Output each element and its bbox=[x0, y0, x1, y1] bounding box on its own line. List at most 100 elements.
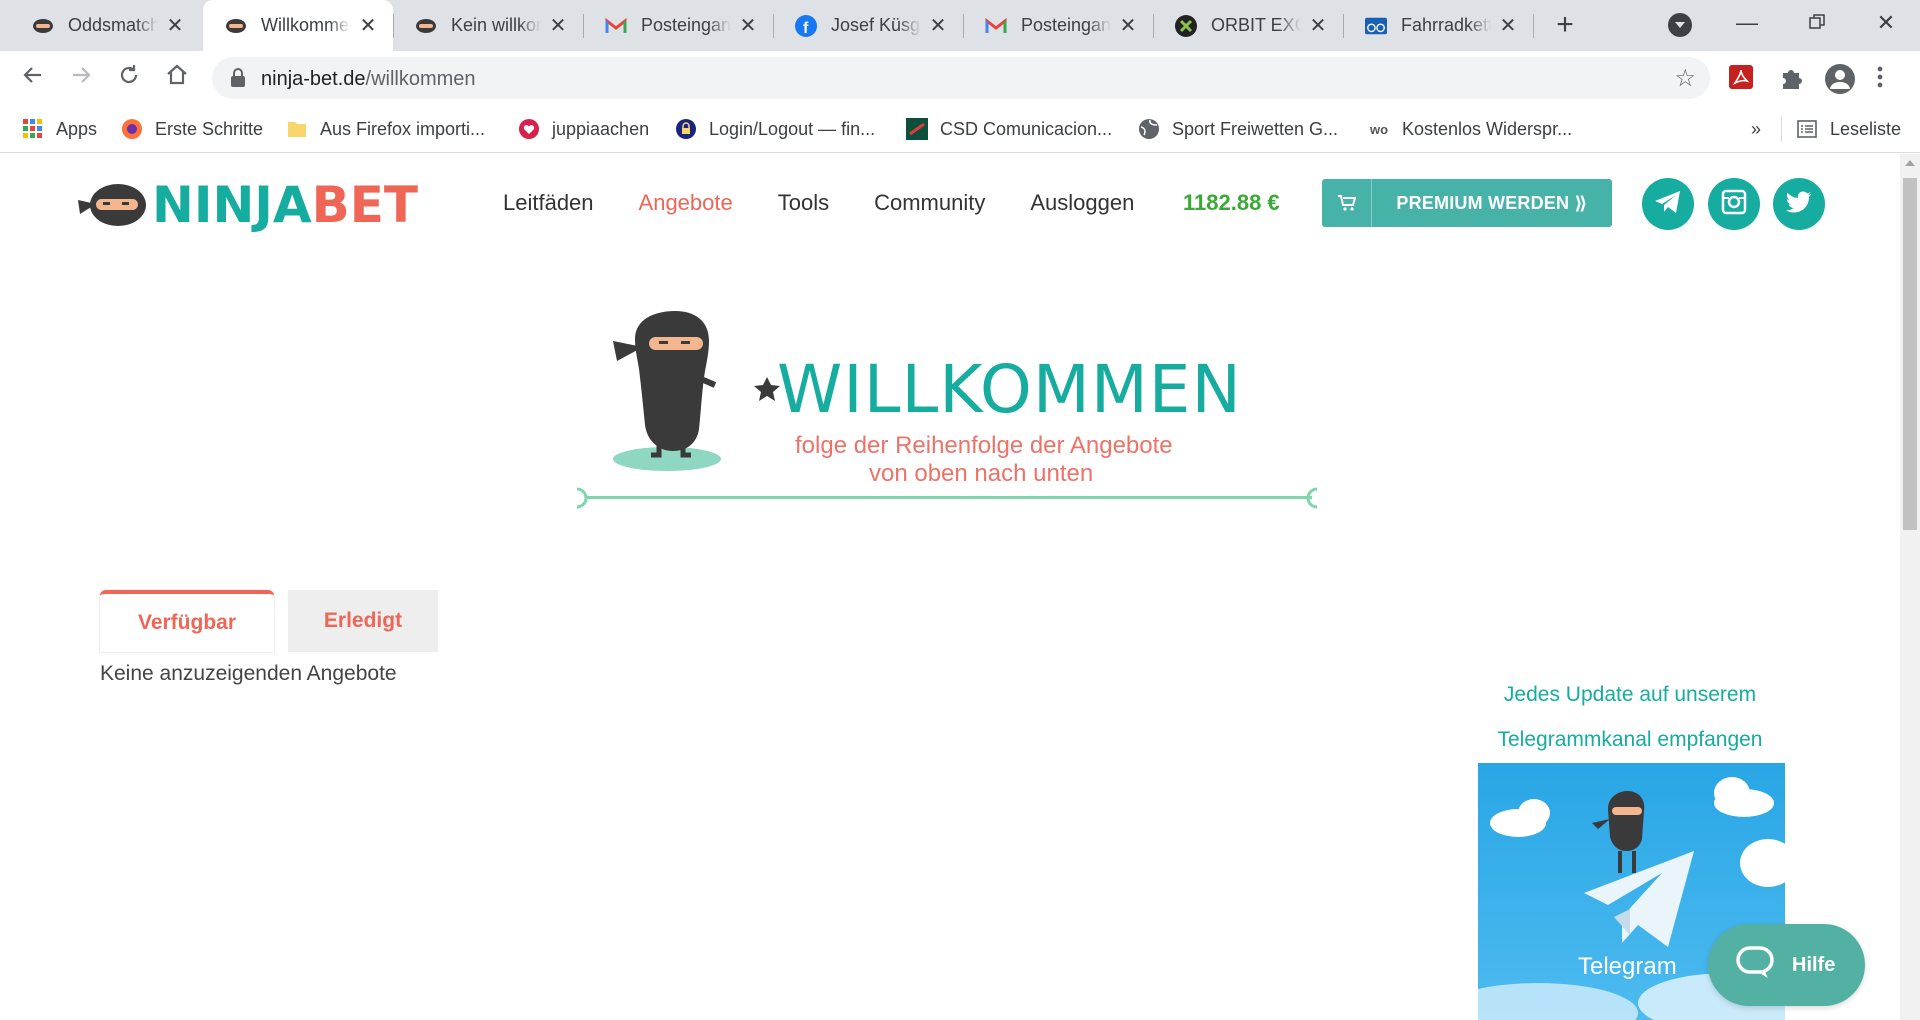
bookmark-star-icon[interactable]: ☆ bbox=[1674, 64, 1696, 93]
heart-icon bbox=[518, 118, 540, 140]
nav-leitfaeden[interactable]: Leitfäden bbox=[503, 190, 594, 216]
ninja-icon bbox=[225, 15, 247, 37]
reading-list-button[interactable]: Leseliste bbox=[1796, 115, 1901, 143]
tab-title: Fahrradkette bbox=[1401, 15, 1491, 35]
close-icon[interactable]: ✕ bbox=[1117, 13, 1139, 38]
browser-tab-facebook[interactable]: f Josef Küsgen ✕ bbox=[773, 0, 963, 51]
tab-title: Kein willkommen bbox=[451, 15, 541, 35]
tab-erledigt[interactable]: Erledigt bbox=[288, 590, 438, 652]
help-label: Hilfe bbox=[1792, 953, 1836, 976]
hero-subtitle-line1: folge der Reihenfolge der Angebote bbox=[795, 432, 1173, 459]
telegram-icon bbox=[1654, 190, 1682, 219]
bookmark-widerspruch[interactable]: wo Kostenlos Widerspr... bbox=[1368, 115, 1572, 143]
telegram-social-button[interactable] bbox=[1642, 178, 1694, 230]
tab-verfuegbar[interactable]: Verfügbar bbox=[100, 590, 274, 652]
telegram-promo-line1[interactable]: Jedes Update auf unserem bbox=[1460, 683, 1800, 707]
bookmarks-divider bbox=[1781, 116, 1782, 142]
bookmark-label: Apps bbox=[56, 118, 98, 139]
bookmark-csd[interactable]: CSD Comunicacion... bbox=[906, 115, 1112, 143]
instagram-icon bbox=[1721, 189, 1747, 220]
bookmark-label: Erste Schritte bbox=[155, 118, 264, 139]
browser-tab-fahrradkette[interactable]: Fahrradkette ✕ bbox=[1343, 0, 1533, 51]
nav-tools[interactable]: Tools bbox=[778, 190, 829, 216]
address-bar[interactable]: ninja-bet.de/willkommen ☆ bbox=[212, 57, 1710, 99]
orbit-icon bbox=[1175, 14, 1197, 37]
divider-left-cap-icon bbox=[576, 487, 588, 509]
premium-button[interactable]: PREMIUM WERDEN ⟫ bbox=[1322, 179, 1612, 227]
ninjabet-logo[interactable]: NINJABET bbox=[76, 180, 418, 230]
url-text: ninja-bet.de/willkommen bbox=[261, 68, 476, 90]
back-button[interactable] bbox=[18, 63, 48, 93]
browser-tab-orbit[interactable]: ORBIT EXCH ✕ bbox=[1153, 0, 1343, 51]
new-tab-button[interactable]: + bbox=[1549, 10, 1581, 42]
globe-icon bbox=[1138, 118, 1160, 140]
empty-offers-message: Keine anzuzeigenden Angebote bbox=[100, 662, 397, 685]
restore-button[interactable] bbox=[1797, 8, 1837, 38]
account-balance: 1182.88 € bbox=[1183, 190, 1280, 215]
help-button[interactable]: Hilfe bbox=[1708, 924, 1865, 1006]
gmail-icon bbox=[605, 15, 627, 37]
bookmark-label: Aus Firefox importi... bbox=[320, 118, 486, 139]
logo-text: NINJABET bbox=[152, 176, 418, 234]
folder-icon bbox=[286, 118, 308, 140]
home-button[interactable] bbox=[162, 63, 192, 93]
offer-tabs: Verfügbar Erledigt bbox=[100, 590, 438, 652]
extensions-puzzle-icon[interactable] bbox=[1777, 63, 1807, 93]
browser-tab-kein-willkommen[interactable]: Kein willkommen ✕ bbox=[393, 0, 583, 51]
ninja-icon bbox=[415, 15, 437, 37]
overflow-label: » bbox=[1751, 118, 1762, 139]
telegram-banner-label: Telegram bbox=[1578, 953, 1677, 980]
nav-community[interactable]: Community bbox=[874, 190, 985, 216]
ninja-icon bbox=[32, 15, 54, 37]
gmail-icon bbox=[985, 15, 1007, 37]
profile-avatar-icon[interactable] bbox=[1824, 63, 1855, 94]
twitter-social-button[interactable] bbox=[1773, 178, 1825, 230]
close-icon[interactable]: ✕ bbox=[927, 13, 949, 38]
bookmark-firefox-import[interactable]: Aus Firefox importi... bbox=[286, 115, 485, 143]
tab-strip: Oddsmatcher ✕ Willkommen ✕ Kein willkomm… bbox=[0, 0, 1920, 51]
instagram-social-button[interactable] bbox=[1708, 178, 1760, 230]
lock-icon bbox=[675, 118, 697, 140]
bookmark-login-logout[interactable]: Login/Logout — fin... bbox=[675, 115, 875, 143]
apps-grid-icon bbox=[22, 118, 44, 140]
bookmark-label: Login/Logout — fin... bbox=[709, 118, 876, 139]
tab-title: Posteingang bbox=[641, 15, 731, 35]
bookmark-sport-freiwetten[interactable]: Sport Freiwetten G... bbox=[1138, 115, 1338, 143]
minimize-button[interactable]: — bbox=[1727, 8, 1767, 38]
browser-tab-posteingang-2[interactable]: Posteingang ✕ bbox=[963, 0, 1153, 51]
hero-title: WILLKOMMEN bbox=[777, 351, 1242, 428]
tab-title: Posteingang bbox=[1021, 15, 1111, 35]
bookmarks-bar: Apps Erste Schritte Aus Firefox importi.… bbox=[0, 105, 1920, 153]
scroll-thumb[interactable] bbox=[1903, 178, 1917, 530]
close-window-button[interactable]: ✕ bbox=[1866, 8, 1906, 38]
close-icon[interactable]: ✕ bbox=[1307, 13, 1329, 38]
bookmarks-overflow-button[interactable]: » bbox=[1751, 115, 1761, 143]
close-icon[interactable]: ✕ bbox=[1497, 13, 1519, 38]
browser-tab-posteingang[interactable]: Posteingang ✕ bbox=[583, 0, 773, 51]
close-icon[interactable]: ✕ bbox=[737, 13, 759, 38]
reload-button[interactable] bbox=[114, 63, 144, 93]
menu-kebab-icon[interactable] bbox=[1876, 63, 1906, 93]
telegram-promo-line2[interactable]: Telegrammkanal empfangen bbox=[1460, 728, 1800, 752]
bookmark-erste-schritte[interactable]: Erste Schritte bbox=[121, 115, 263, 143]
tab-search-button[interactable] bbox=[1668, 13, 1692, 37]
nav-angebote[interactable]: Angebote bbox=[639, 190, 733, 216]
nav-ausloggen[interactable]: Ausloggen bbox=[1030, 190, 1134, 216]
bookmark-apps[interactable]: Apps bbox=[22, 115, 97, 143]
bookmark-juppiaachen[interactable]: juppiaachen bbox=[518, 115, 649, 143]
browser-tab-willkommen[interactable]: Willkommen ✕ bbox=[203, 0, 393, 51]
close-icon[interactable]: ✕ bbox=[547, 13, 569, 38]
ninja-head-icon bbox=[78, 184, 146, 226]
browser-tab-oddsmatcher[interactable]: Oddsmatcher ✕ bbox=[10, 0, 200, 51]
cart-icon bbox=[1322, 179, 1372, 227]
scroll-up-arrow-icon[interactable] bbox=[1905, 160, 1915, 166]
close-icon[interactable]: ✕ bbox=[357, 13, 379, 38]
bike-icon bbox=[1365, 15, 1387, 37]
firefox-icon bbox=[121, 118, 143, 140]
close-icon[interactable]: ✕ bbox=[164, 13, 186, 38]
tab-title: Josef Küsgen bbox=[831, 15, 921, 35]
pdf-extension-icon[interactable] bbox=[1727, 63, 1757, 93]
twitter-icon bbox=[1786, 190, 1812, 218]
page-scrollbar[interactable] bbox=[1900, 154, 1920, 1020]
forward-button[interactable] bbox=[66, 63, 96, 93]
